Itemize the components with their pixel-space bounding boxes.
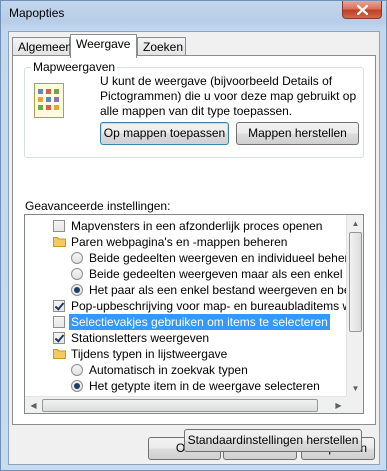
folder-views-group: Mapweergaven U kunt de weergave (bijvoor… bbox=[24, 60, 364, 158]
radio-button[interactable] bbox=[71, 380, 83, 392]
list-item-label: Het getypte item in de weergave selecter… bbox=[89, 379, 320, 393]
tab-view-label: Weergave bbox=[76, 37, 131, 51]
scroll-right-arrow-icon[interactable]: ▶ bbox=[330, 397, 347, 413]
horizontal-scroll-thumb[interactable] bbox=[42, 399, 318, 412]
radio-button[interactable] bbox=[71, 284, 83, 296]
list-item-label: Pop-upbeschrijving voor map- en bureaubl… bbox=[71, 299, 363, 313]
folder-icon bbox=[53, 349, 66, 359]
folder-icon bbox=[53, 237, 66, 247]
close-button[interactable] bbox=[342, 1, 382, 19]
view-tab-panel: Mapweergaven U kunt de weergave (bijvoor… bbox=[12, 55, 376, 452]
folder-views-description: U kunt de weergave (bijvoorbeeld Details… bbox=[100, 74, 357, 118]
scrollbar-corner bbox=[346, 396, 363, 413]
close-icon bbox=[356, 4, 368, 15]
list-item-label: Mapvensters in een afzonderlijk proces o… bbox=[71, 219, 323, 233]
tab-general[interactable]: Algemeen bbox=[12, 37, 73, 57]
popup-description-checkbox[interactable] bbox=[53, 300, 65, 312]
radio-button[interactable] bbox=[71, 364, 83, 376]
list-item-label: Beide gedeelten weergeven maar als een e… bbox=[89, 267, 363, 281]
folder-view-icon bbox=[34, 83, 64, 118]
folder-options-window: Mapopties Algemeen Weergave Zoeken Mapwe… bbox=[0, 0, 387, 471]
scroll-left-arrow-icon[interactable]: ◀ bbox=[25, 397, 42, 413]
window-title: Mapopties bbox=[9, 6, 65, 20]
tab-view[interactable]: Weergave bbox=[70, 34, 137, 58]
horizontal-scrollbar[interactable]: ◀ ▶ bbox=[25, 396, 347, 413]
vertical-scroll-thumb[interactable] bbox=[349, 232, 362, 332]
apply-to-folders-button[interactable]: Op mappen toepassen bbox=[100, 122, 229, 145]
tab-search[interactable]: Zoeken bbox=[137, 37, 186, 57]
scroll-up-arrow-icon[interactable]: ▲ bbox=[347, 215, 363, 232]
drive-letters-checkbox[interactable] bbox=[53, 332, 65, 344]
list-item-label: Beide gedeelten weergeven en individueel… bbox=[89, 251, 362, 265]
title-bar[interactable]: Mapopties bbox=[1, 1, 386, 25]
list-item-label: Het paar als een enkel bestand weergeven… bbox=[89, 283, 364, 297]
advanced-settings-label: Geavanceerde instellingen: bbox=[25, 199, 171, 213]
list-item-label: Tijdens typen in lijstweergave bbox=[71, 347, 228, 361]
reset-folders-button[interactable]: Mappen herstellen bbox=[236, 122, 359, 145]
tab-search-label: Zoeken bbox=[143, 40, 184, 54]
tab-general-label: Algemeen bbox=[18, 40, 73, 54]
list-item-label: Selectievakjes gebruiken om items te sel… bbox=[69, 314, 330, 330]
list-item-label: Stationsletters weergeven bbox=[71, 331, 210, 345]
radio-button[interactable] bbox=[71, 268, 83, 280]
folder-views-legend: Mapweergaven bbox=[31, 60, 118, 74]
advanced-settings-list[interactable]: Mapvensters in een afzonderlijk proces o… bbox=[24, 214, 364, 414]
separate-process-checkbox[interactable] bbox=[53, 220, 65, 232]
vertical-scrollbar[interactable]: ▲ ▼ bbox=[346, 215, 363, 397]
scroll-down-arrow-icon[interactable]: ▼ bbox=[347, 380, 363, 397]
list-item-label: Automatisch in zoekvak typen bbox=[89, 363, 248, 377]
dialog-client: Algemeen Weergave Zoeken Mapweergaven U … bbox=[8, 31, 380, 465]
radio-button[interactable] bbox=[71, 252, 83, 264]
restore-defaults-button[interactable]: Standaardinstellingen herstellen bbox=[184, 429, 362, 452]
use-checkboxes-checkbox[interactable] bbox=[53, 316, 65, 328]
list-item-label: Paren webpagina's en -mappen beheren bbox=[71, 235, 288, 249]
